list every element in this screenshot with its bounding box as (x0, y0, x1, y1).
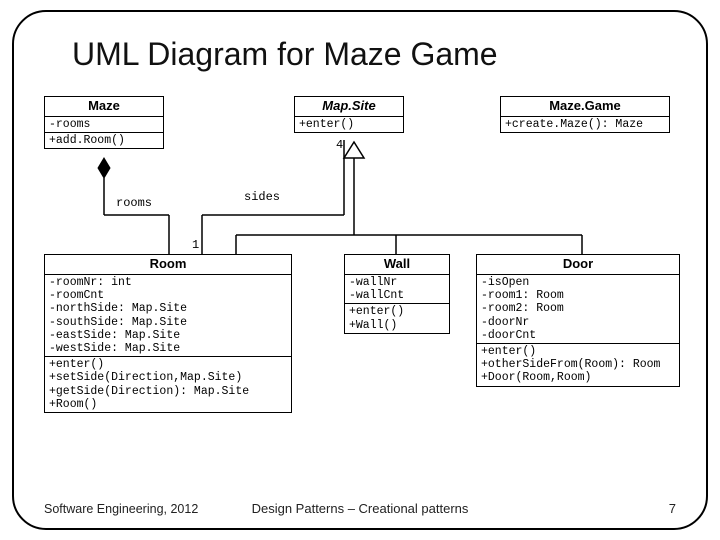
footer-center: Design Patterns – Creational patterns (252, 501, 469, 516)
op: +setSide(Direction,Map.Site) (49, 371, 287, 384)
op-section: +add.Room() (45, 133, 163, 148)
op-section: +enter() +setSide(Direction,Map.Site) +g… (45, 357, 291, 412)
attr-section: -wallNr -wallCnt (345, 275, 449, 304)
footer-page-number: 7 (669, 501, 676, 516)
attr-section: -isOpen -room1: Room -room2: Room -doorN… (477, 275, 679, 344)
op: +create.Maze(): Maze (505, 118, 665, 131)
attr: -southSide: Map.Site (49, 316, 287, 329)
footer-left: Software Engineering, 2012 (44, 502, 198, 516)
class-name: Map.Site (295, 97, 403, 117)
class-room: Room -roomNr: int -roomCnt -northSide: M… (44, 254, 292, 413)
attr: -room1: Room (481, 289, 675, 302)
op: +otherSideFrom(Room): Room (481, 358, 675, 371)
attr: -northSide: Map.Site (49, 302, 287, 315)
op-section: +enter() +Wall() (345, 304, 449, 332)
attr-section: -rooms (45, 117, 163, 133)
attr: -room2: Room (481, 302, 675, 315)
class-name: Wall (345, 255, 449, 275)
op: +enter() (481, 345, 675, 358)
attr: -doorNr (481, 316, 675, 329)
op: +add.Room() (49, 134, 159, 147)
attr: -westSide: Map.Site (49, 342, 287, 355)
class-wall: Wall -wallNr -wallCnt +enter() +Wall() (344, 254, 450, 334)
multiplicity-1: 1 (192, 238, 199, 252)
uml-diagram: Maze -rooms +add.Room() Map.Site +enter(… (44, 96, 680, 484)
op-section: +enter() (295, 117, 403, 132)
class-mazegame: Maze.Game +create.Maze(): Maze (500, 96, 670, 133)
attr-section: -roomNr: int -roomCnt -northSide: Map.Si… (45, 275, 291, 357)
attr: -eastSide: Map.Site (49, 329, 287, 342)
class-name: Door (477, 255, 679, 275)
attr: -doorCnt (481, 329, 675, 342)
class-maze: Maze -rooms +add.Room() (44, 96, 164, 149)
class-name: Maze (45, 97, 163, 117)
class-name: Maze.Game (501, 97, 669, 117)
class-mapsite: Map.Site +enter() (294, 96, 404, 133)
assoc-label-sides: sides (244, 190, 280, 204)
multiplicity-4: 4 (336, 138, 343, 152)
op: +Room() (49, 398, 287, 411)
op-section: +create.Maze(): Maze (501, 117, 669, 132)
op: +Door(Room,Room) (481, 371, 675, 384)
op: +enter() (349, 305, 445, 318)
slide-title: UML Diagram for Maze Game (72, 36, 498, 73)
op-section: +enter() +otherSideFrom(Room): Room +Doo… (477, 344, 679, 386)
attr: -isOpen (481, 276, 675, 289)
attr: -rooms (49, 118, 159, 131)
op: +Wall() (349, 319, 445, 332)
attr: -wallNr (349, 276, 445, 289)
class-name: Room (45, 255, 291, 275)
assoc-label-rooms: rooms (116, 196, 152, 210)
class-door: Door -isOpen -room1: Room -room2: Room -… (476, 254, 680, 387)
attr: -wallCnt (349, 289, 445, 302)
op: +getSide(Direction): Map.Site (49, 385, 287, 398)
op: +enter() (49, 358, 287, 371)
attr: -roomNr: int (49, 276, 287, 289)
attr: -roomCnt (49, 289, 287, 302)
op: +enter() (299, 118, 399, 131)
